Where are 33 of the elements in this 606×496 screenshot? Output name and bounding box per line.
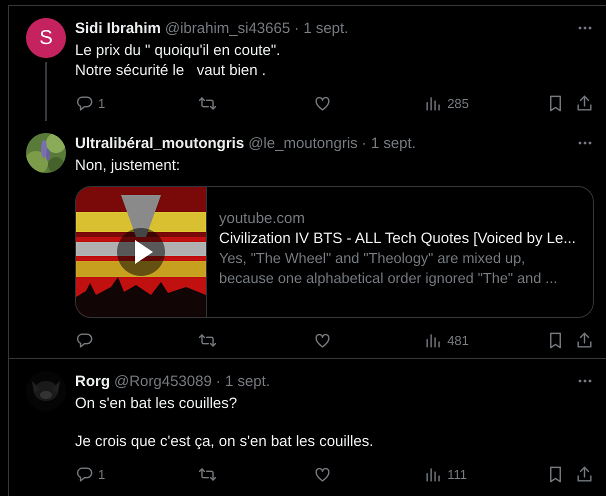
post-date[interactable]: · 1 sept. [362, 134, 416, 152]
share-icon [575, 94, 594, 112]
post-date[interactable]: · 1 sept. [294, 20, 348, 36]
post-text: Je crois que c'est ça, on s'en bat les couilles. [75, 432, 374, 452]
card-description: Yes, "The Wheel" and "Theology" are mixed up, because one alphabetical order ignored "The" and ... [219, 250, 558, 289]
views-button[interactable]: 285 [424, 94, 546, 112]
share-icon [575, 330, 594, 350]
letter-avatar[interactable]: S [26, 18, 66, 58]
share-button[interactable] [575, 94, 594, 112]
speech-bubble-icon [75, 330, 94, 350]
share-button[interactable] [575, 330, 594, 350]
post-text: Le prix du " quoiqu'il en coute". Notre sécurité le vaut bien . [75, 41, 282, 81]
post-text: Non, justement: [75, 156, 182, 176]
card-title: Civilization IV BTS - ALL Tech Quotes [Voiced by Le... [219, 229, 577, 249]
author-name[interactable]: Rorg [75, 372, 110, 390]
link-card[interactable]: youtube.com Civilization IV BTS - ALL Tech Quotes [Voiced by Le... Yes, "The Wheel" and "Theology" are mixed up, because one alphabetical order ignored "The" and ... [75, 186, 594, 318]
author-name[interactable]: Ultralibéral_moutongris [75, 134, 244, 152]
speech-bubble-icon [75, 464, 94, 484]
views-button[interactable]: 111 [424, 464, 546, 484]
author-name[interactable]: Sidi Ibrahim [75, 20, 161, 36]
share-icon [575, 464, 594, 484]
card-domain: youtube.com [219, 209, 306, 229]
post-date[interactable]: · 1 sept. [216, 372, 270, 390]
post-text: On s'en bat les couilles? [75, 394, 238, 414]
author-handle[interactable]: @Rorg453089 [114, 372, 212, 390]
reply-button[interactable]: 1 [75, 464, 198, 484]
reply-button[interactable]: 1 [75, 94, 198, 112]
author-handle[interactable]: @ibrahim_si43665 [164, 20, 290, 36]
views-button[interactable]: 481 [424, 330, 546, 350]
author-handle[interactable]: @le_moutongris [248, 134, 358, 152]
share-button[interactable] [575, 464, 594, 484]
play-icon[interactable] [117, 228, 165, 276]
speech-bubble-icon [75, 94, 94, 112]
